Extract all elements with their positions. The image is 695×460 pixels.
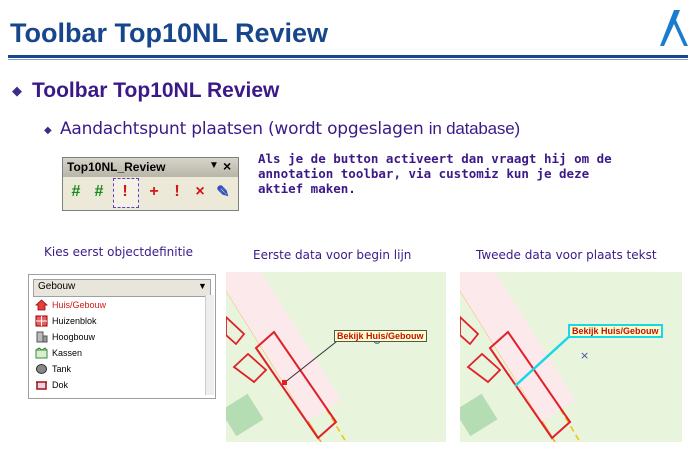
- map-second-click-canvas: ×: [460, 272, 589, 442]
- map-label: Bekijk Huis/Gebouw: [334, 330, 427, 342]
- list-item-label: Kassen: [52, 348, 83, 358]
- map-label: Bekijk Huis/Gebouw: [568, 324, 663, 338]
- map-second-click[interactable]: × Bekijk Huis/Gebouw: [460, 272, 682, 442]
- toolbar-note: Als je de button activeert dan vraagt hi…: [258, 151, 612, 196]
- toolbar-titlebar[interactable]: Top10NL_Review ▼ ×: [63, 158, 238, 177]
- list-item-label: Tank: [52, 364, 72, 374]
- top10nl-review-toolbar: Top10NL_Review ▼ × # # ! + ! × ✎: [62, 157, 239, 211]
- heading-level1: Toolbar Top10NL Review: [32, 79, 280, 102]
- list-item-hoogbouw[interactable]: Hoogbouw: [35, 329, 195, 345]
- list-item-label: Dok: [52, 380, 69, 390]
- housing-block-icon: [35, 315, 48, 327]
- caption-objectdefinition: Kies eerst objectdefinitie: [44, 245, 194, 259]
- dock-icon: [36, 381, 47, 390]
- grid-check-icon[interactable]: #: [88, 180, 110, 204]
- list-item-dok[interactable]: Dok: [35, 377, 195, 393]
- heading-level2-main: Aandachtspunt plaatsen (wordt opgeslagen: [60, 119, 429, 139]
- greenhouse-icon: [35, 347, 48, 359]
- list-item-huis-gebouw[interactable]: Huis/Gebouw: [35, 297, 195, 313]
- category-dropdown-value: Gebouw: [38, 281, 76, 292]
- list-item-kassen[interactable]: Kassen: [35, 345, 195, 361]
- title-divider: [8, 55, 688, 58]
- object-definition-list: Gebouw ▼ Huis/Gebouw Huizenblok Hoogbouw…: [28, 274, 216, 399]
- map-first-click[interactable]: Bekijk Huis/Gebouw: [226, 272, 446, 442]
- close-icon[interactable]: ×: [223, 158, 231, 174]
- title-divider-thin: [8, 59, 688, 60]
- slide-title: Toolbar Top10NL Review: [10, 18, 329, 48]
- heading-level2-tail: in database): [428, 119, 520, 138]
- svg-text:×: ×: [580, 349, 589, 362]
- bullet-diamond-small-icon: ◆: [44, 125, 52, 136]
- chevron-down-icon[interactable]: ▼: [198, 281, 207, 291]
- tank-icon: [36, 364, 47, 374]
- list-item-tank[interactable]: Tank: [35, 361, 195, 377]
- delete-point-icon[interactable]: ×: [189, 180, 211, 204]
- highrise-icon: [36, 331, 48, 343]
- chevron-down-icon[interactable]: ▼: [209, 160, 219, 171]
- list-item-label: Huizenblok: [52, 316, 97, 326]
- list-item-label: Hoogbouw: [52, 332, 96, 342]
- map-first-click-canvas: [226, 272, 381, 442]
- category-dropdown[interactable]: Gebouw ▼: [33, 279, 211, 297]
- flag-point-icon[interactable]: !: [166, 180, 188, 204]
- toolbar-title: Top10NL_Review: [67, 160, 166, 174]
- heading-level2: Aandachtspunt plaatsen (wordt opgeslagen…: [60, 119, 520, 139]
- house-icon: [35, 299, 48, 311]
- caption-second-click: Tweede data voor plaats tekst: [476, 248, 657, 262]
- add-point-icon[interactable]: +: [143, 180, 165, 204]
- edit-pencil-icon[interactable]: ✎: [212, 180, 234, 204]
- caption-first-click: Eerste data voor begin lijn: [253, 248, 412, 262]
- logo-icon: [660, 10, 688, 46]
- scrollbar[interactable]: [205, 295, 214, 395]
- bullet-diamond-icon: ◆: [12, 83, 22, 98]
- list-item-huizenblok[interactable]: Huizenblok: [35, 313, 195, 329]
- annotation-search-icon[interactable]: !: [114, 180, 136, 204]
- list-item-label: Huis/Gebouw: [52, 300, 107, 310]
- grid-icon[interactable]: #: [65, 180, 87, 204]
